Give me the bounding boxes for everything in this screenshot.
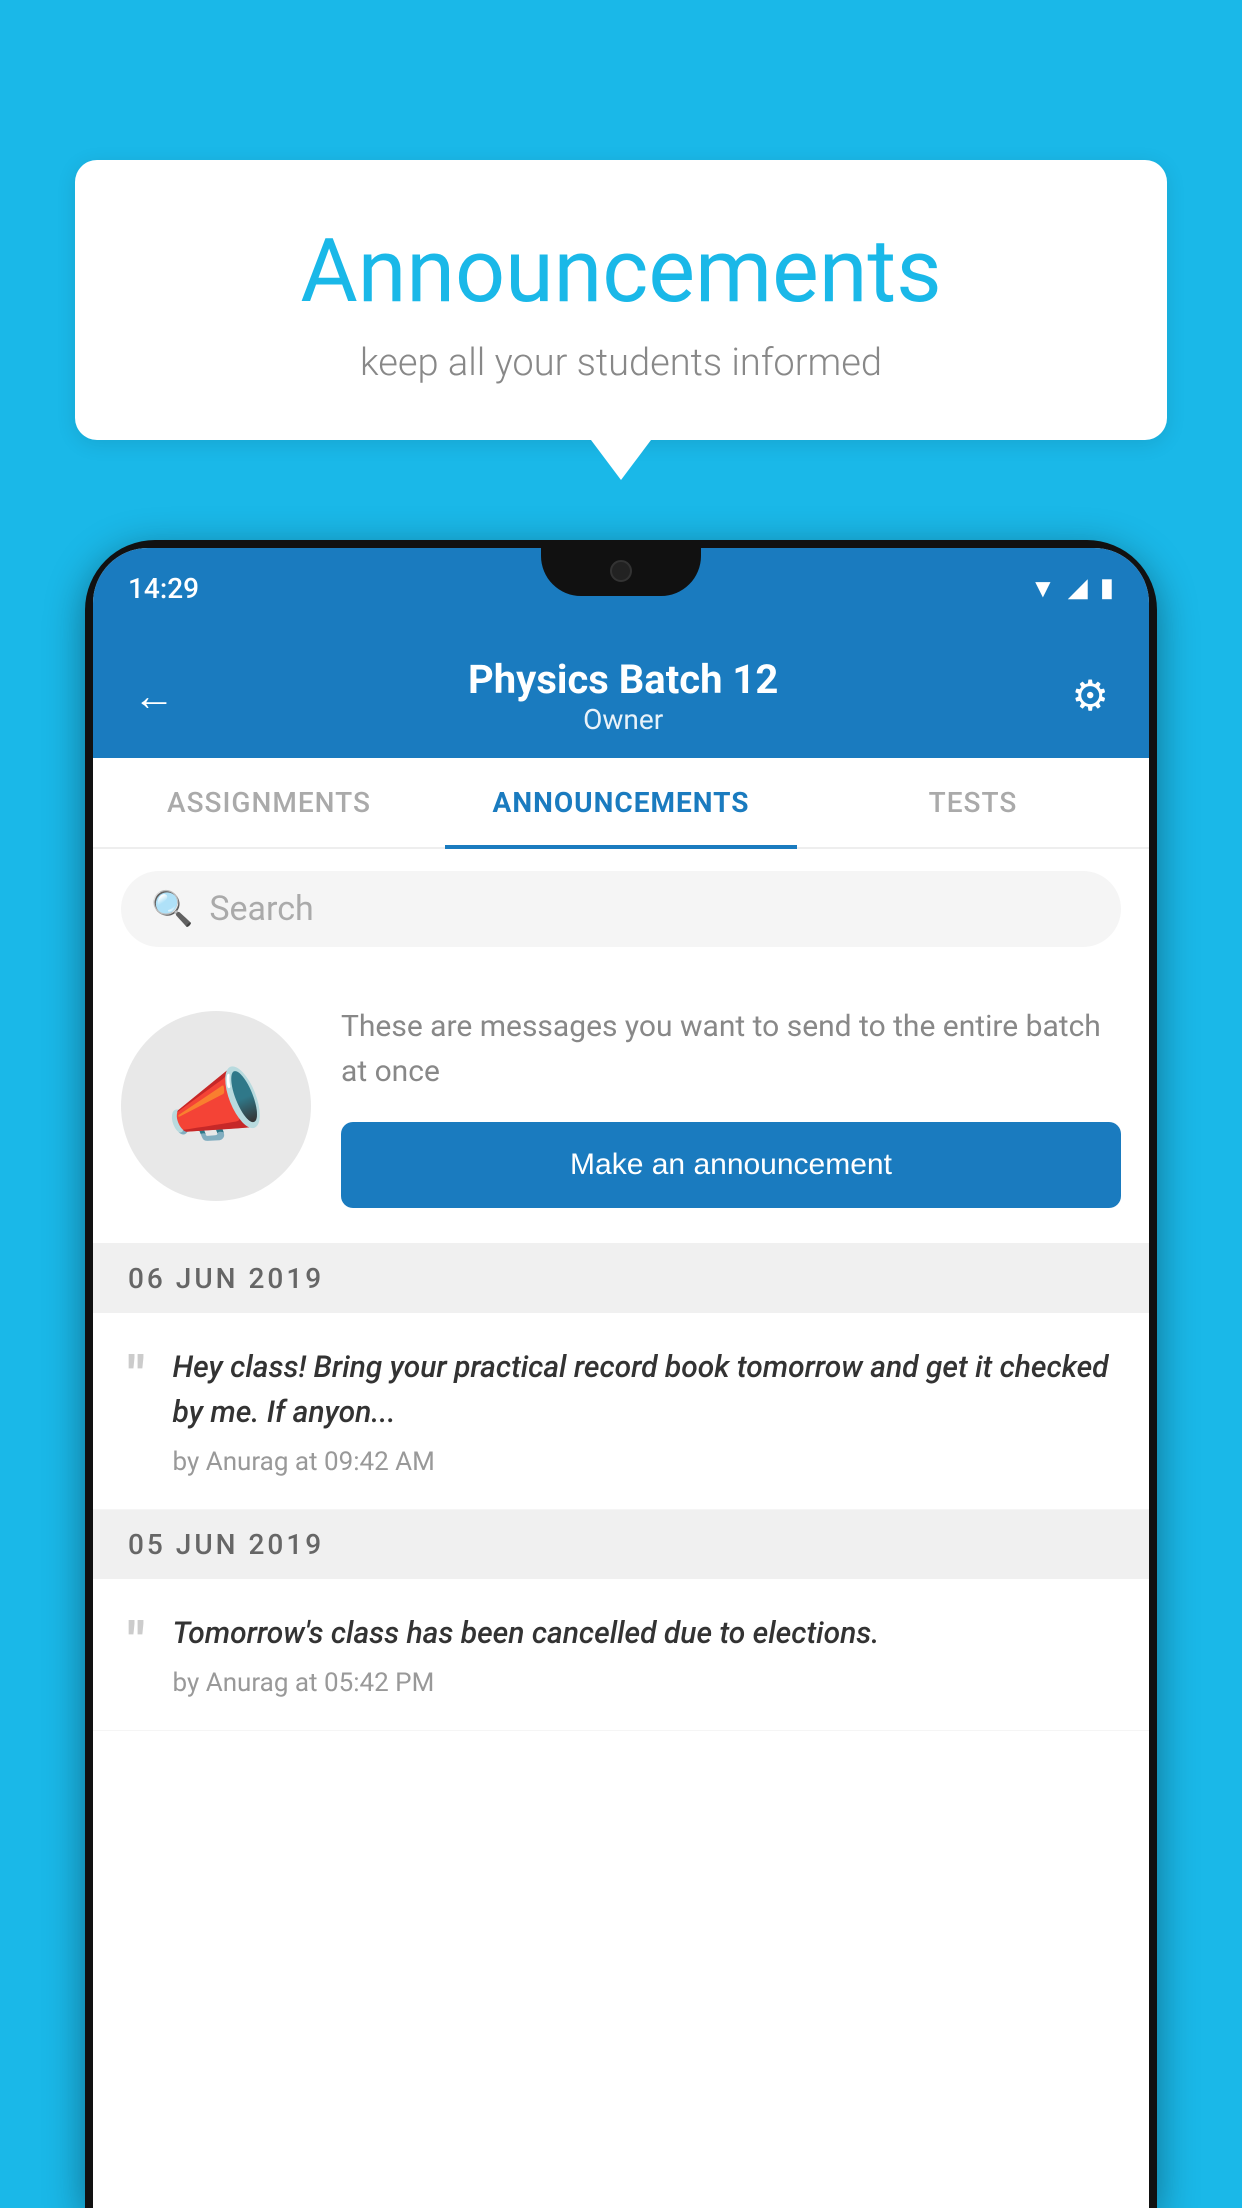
notch-camera [610, 560, 632, 582]
message-author: by Anurag at 09:42 AM [173, 1447, 1114, 1477]
search-placeholder: Search [209, 889, 313, 929]
header-center: Physics Batch 12 Owner [468, 656, 778, 736]
tab-tests[interactable]: TESTS [797, 758, 1149, 847]
battery-icon: ▮ [1100, 573, 1114, 603]
announcement-desc: These are messages you want to send to t… [341, 1004, 1121, 1094]
notch [541, 548, 701, 596]
date-divider-1: 06 JUN 2019 [93, 1244, 1149, 1313]
list-item[interactable]: " Hey class! Bring your practical record… [93, 1313, 1149, 1510]
message-content-2: Tomorrow's class has been cancelled due … [173, 1611, 1114, 1698]
message-text: Hey class! Bring your practical record b… [173, 1345, 1114, 1435]
tab-announcements[interactable]: ANNOUNCEMENTS [445, 758, 797, 847]
message-author-2: by Anurag at 05:42 PM [173, 1668, 1114, 1698]
make-announcement-button[interactable]: Make an announcement [341, 1122, 1121, 1208]
wifi-icon: ▼ [1030, 573, 1056, 604]
phone-frame: 14:29 ▼ ◢ ▮ ← Physics Batch 12 Owner ⚙ A… [85, 540, 1157, 2208]
message-content: Hey class! Bring your practical record b… [173, 1345, 1114, 1477]
signal-icon: ◢ [1068, 573, 1088, 603]
announcement-icon-circle: 📣 [121, 1011, 311, 1201]
search-bar-container: 🔍 Search [93, 849, 1149, 969]
search-icon: 🔍 [151, 889, 193, 929]
bubble-title: Announcements [145, 220, 1097, 323]
speech-bubble-section: Announcements keep all your students inf… [75, 160, 1167, 480]
megaphone-icon: 📣 [166, 1059, 266, 1153]
search-bar[interactable]: 🔍 Search [121, 871, 1121, 947]
speech-bubble-tail [591, 440, 651, 480]
status-icons: ▼ ◢ ▮ [1030, 573, 1114, 604]
list-item[interactable]: " Tomorrow's class has been cancelled du… [93, 1579, 1149, 1731]
back-button[interactable]: ← [133, 672, 175, 721]
header-subtitle: Owner [468, 703, 778, 736]
tabs-container: ASSIGNMENTS ANNOUNCEMENTS TESTS [93, 758, 1149, 849]
speech-bubble-card: Announcements keep all your students inf… [75, 160, 1167, 440]
quote-icon-2: " [128, 1616, 145, 1668]
quote-icon: " [128, 1350, 145, 1402]
announcement-right: These are messages you want to send to t… [341, 1004, 1121, 1208]
message-text-2: Tomorrow's class has been cancelled due … [173, 1611, 1114, 1656]
tab-assignments[interactable]: ASSIGNMENTS [93, 758, 445, 847]
announcement-prompt: 📣 These are messages you want to send to… [93, 969, 1149, 1244]
header-title: Physics Batch 12 [468, 656, 778, 703]
app-header: ← Physics Batch 12 Owner ⚙ [93, 628, 1149, 758]
status-time: 14:29 [128, 572, 199, 605]
gear-icon[interactable]: ⚙ [1071, 671, 1109, 721]
date-divider-2: 05 JUN 2019 [93, 1510, 1149, 1579]
bubble-subtitle: keep all your students informed [145, 341, 1097, 385]
phone-screen: 14:29 ▼ ◢ ▮ ← Physics Batch 12 Owner ⚙ A… [93, 548, 1149, 2208]
status-bar: 14:29 ▼ ◢ ▮ [93, 548, 1149, 628]
